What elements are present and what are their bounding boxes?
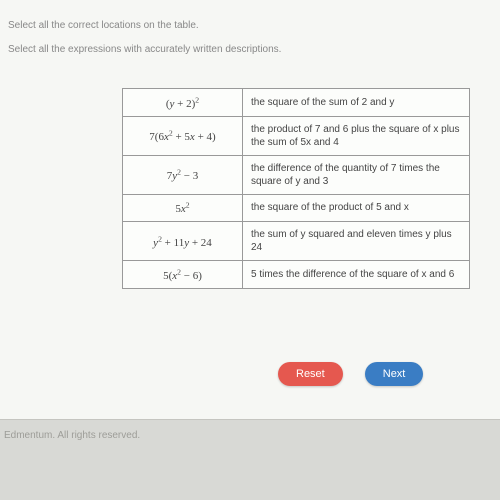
description-cell[interactable]: the sum of y squared and eleven times y … <box>243 222 470 261</box>
table-row[interactable]: y2 + 11y + 24the sum of y squared and el… <box>123 222 470 261</box>
description-cell[interactable]: the difference of the quantity of 7 time… <box>243 155 470 194</box>
table-row[interactable]: (y + 2)2the square of the sum of 2 and y <box>123 89 470 117</box>
description-cell[interactable]: 5 times the difference of the square of … <box>243 261 470 289</box>
description-cell[interactable]: the square of the product of 5 and x <box>243 194 470 222</box>
instructions: Select all the correct locations on the … <box>8 18 281 66</box>
table-row[interactable]: 5x2the square of the product of 5 and x <box>123 194 470 222</box>
table-row[interactable]: 5(x2 − 6)5 times the difference of the s… <box>123 261 470 289</box>
expression-cell[interactable]: (y + 2)2 <box>123 89 243 117</box>
expression-cell[interactable]: 7y2 − 3 <box>123 155 243 194</box>
question-panel: Select all the correct locations on the … <box>0 0 500 420</box>
next-button[interactable]: Next <box>365 362 424 386</box>
description-cell[interactable]: the square of the sum of 2 and y <box>243 89 470 117</box>
expression-cell[interactable]: 5x2 <box>123 194 243 222</box>
footer-copyright: Edmentum. All rights reserved. <box>4 430 140 441</box>
instruction-line-1: Select all the correct locations on the … <box>8 18 281 34</box>
expression-cell[interactable]: y2 + 11y + 24 <box>123 222 243 261</box>
table-row[interactable]: 7(6x2 + 5x + 4)the product of 7 and 6 pl… <box>123 116 470 155</box>
reset-button[interactable]: Reset <box>278 362 343 386</box>
button-row: Reset Next <box>278 362 423 386</box>
table-row[interactable]: 7y2 − 3the difference of the quantity of… <box>123 155 470 194</box>
expression-cell[interactable]: 7(6x2 + 5x + 4) <box>123 116 243 155</box>
expressions-table: (y + 2)2the square of the sum of 2 and y… <box>122 88 470 289</box>
description-cell[interactable]: the product of 7 and 6 plus the square o… <box>243 116 470 155</box>
instruction-line-2: Select all the expressions with accurate… <box>8 42 281 58</box>
expression-cell[interactable]: 5(x2 − 6) <box>123 261 243 289</box>
expressions-table-wrap: (y + 2)2the square of the sum of 2 and y… <box>122 88 470 289</box>
